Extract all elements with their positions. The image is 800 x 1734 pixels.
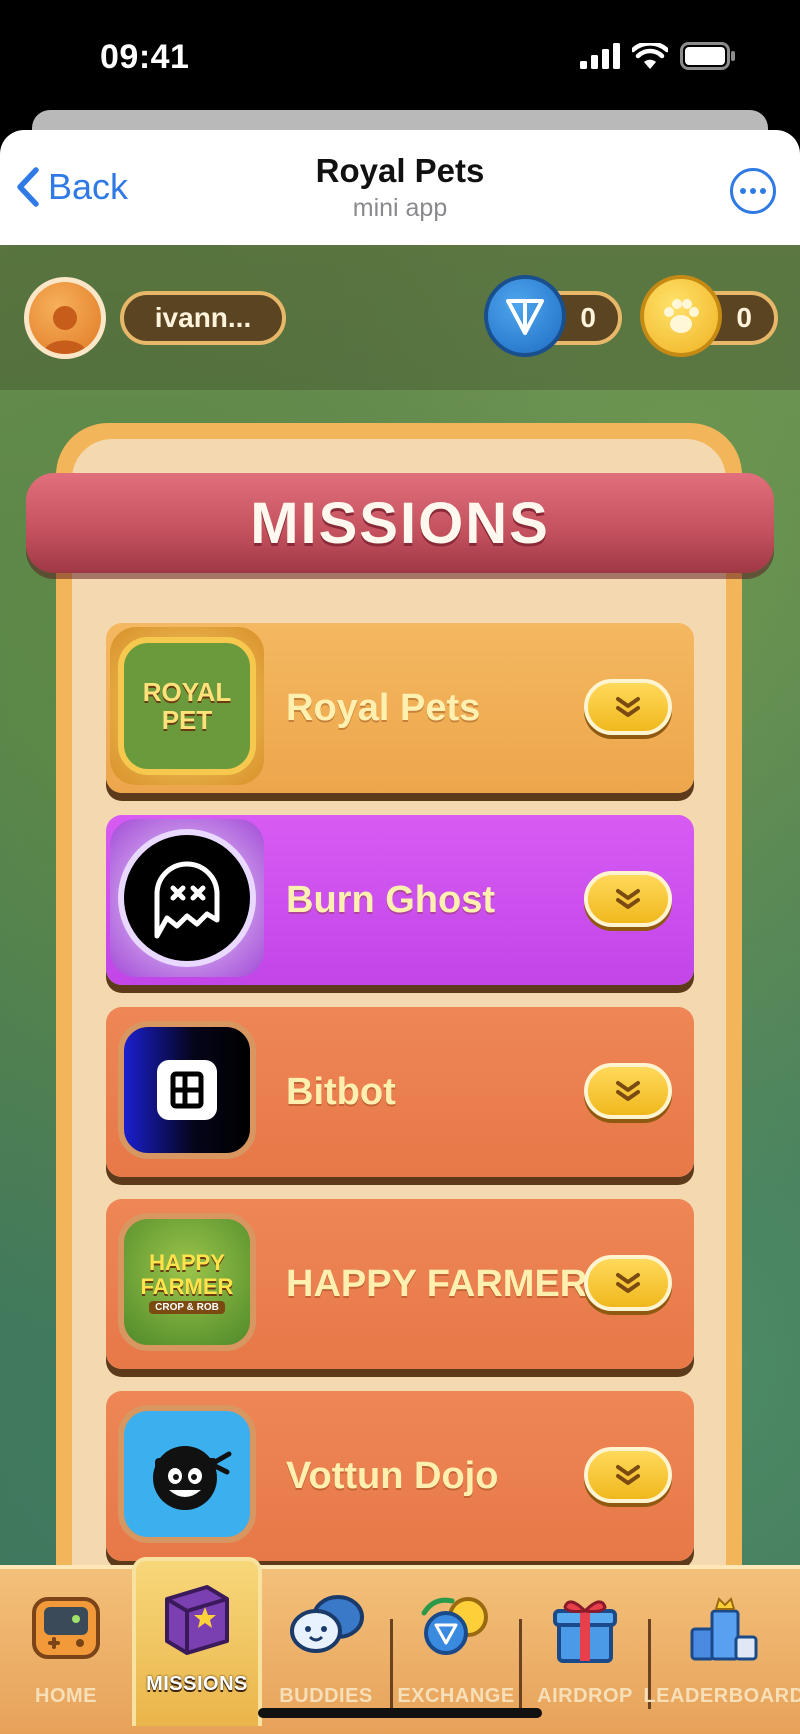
ghost-icon (154, 861, 220, 939)
battery-icon (680, 42, 735, 70)
console-icon (32, 1597, 100, 1659)
status-time: 09:41 (100, 38, 190, 76)
bitbot-icon (157, 1060, 217, 1120)
happy-farmer-logo: HAPPY FARMER CROP & ROB (110, 1203, 264, 1361)
royal-pets-logo: ROYAL PET (110, 627, 264, 785)
home-indicator (258, 1708, 542, 1718)
chevron-double-down-icon (616, 1465, 640, 1485)
nav-home[interactable]: HOME (0, 1569, 132, 1734)
ton-coin-icon (484, 275, 566, 357)
ton-balance-value: 0 (580, 302, 596, 333)
mission-name: Bitbot (286, 1070, 396, 1113)
expand-button[interactable] (584, 1255, 672, 1311)
mission-name: HAPPY FARMER (286, 1262, 588, 1305)
app-title: Royal Pets (315, 152, 485, 189)
bitbot-logo (110, 1011, 264, 1169)
username-badge[interactable]: ivann... (120, 291, 286, 345)
paw-balance-value: 0 (736, 302, 752, 333)
mission-vottun-dojo[interactable]: Vottun Dojo (106, 1391, 694, 1561)
mission-happy-farmer[interactable]: HAPPY FARMER CROP & ROB HAPPY FARMER (106, 1199, 694, 1369)
mission-name: Vottun Dojo (286, 1454, 499, 1497)
wifi-icon (632, 43, 668, 69)
chevron-double-down-icon (616, 697, 640, 717)
expand-button[interactable] (584, 1063, 672, 1119)
chevron-double-down-icon (616, 889, 640, 909)
avatar[interactable] (24, 277, 106, 359)
expand-button[interactable] (584, 679, 672, 735)
app-subtitle: mini app (352, 194, 448, 222)
mission-name: Burn Ghost (286, 878, 495, 921)
dot-icon (760, 188, 766, 194)
happy-farmer-logo-text: HAPPY FARMER (140, 1249, 234, 1299)
nav-label: AIRDROP (537, 1685, 633, 1707)
vottun-dojo-logo (110, 1395, 264, 1553)
book-icon (165, 1585, 229, 1655)
paw-coin-icon (640, 275, 722, 357)
buddies-icon (290, 1595, 364, 1653)
chevron-double-down-icon (616, 1081, 640, 1101)
nav-label: LEADERBOARD (643, 1685, 800, 1707)
status-bar: 09:41 (0, 0, 800, 110)
expand-button[interactable] (584, 871, 672, 927)
ninja-icon (153, 1446, 232, 1510)
mission-list: ROYAL PET Royal Pets Burn Ghost Bitbot H… (106, 623, 694, 1583)
trophy-icon (690, 1597, 758, 1661)
exchange-icon (421, 1597, 488, 1655)
mini-app-header: Back Royal Pets mini app (0, 130, 800, 245)
nav-label: HOME (35, 1685, 97, 1707)
dot-icon (750, 188, 756, 194)
signal-icon (580, 43, 620, 69)
mission-royal-pets[interactable]: ROYAL PET Royal Pets (106, 623, 694, 793)
missions-title: MISSIONS (250, 490, 550, 556)
nav-label: MISSIONS (146, 1673, 248, 1695)
expand-button[interactable] (584, 1447, 672, 1503)
chevron-double-down-icon (616, 1273, 640, 1293)
nav-leaderboard[interactable]: LEADERBOARD (643, 1569, 800, 1734)
more-options-button[interactable] (730, 168, 776, 214)
nav-missions[interactable]: MISSIONS (132, 1557, 262, 1726)
status-icons (580, 42, 736, 70)
nav-label: EXCHANGE (397, 1685, 515, 1707)
burn-ghost-logo (110, 819, 264, 977)
nav-label: BUDDIES (279, 1685, 373, 1707)
gift-icon (553, 1600, 617, 1663)
royal-pet-logo-text: ROYAL PET (142, 677, 232, 735)
mission-name: Royal Pets (286, 686, 481, 729)
user-icon (43, 306, 87, 354)
happy-farmer-logo-subtext: CROP & ROB (149, 1300, 225, 1314)
missions-banner: MISSIONS (26, 473, 774, 573)
mission-bitbot[interactable]: Bitbot (106, 1007, 694, 1177)
dot-icon (740, 188, 746, 194)
mission-burn-ghost[interactable]: Burn Ghost (106, 815, 694, 985)
